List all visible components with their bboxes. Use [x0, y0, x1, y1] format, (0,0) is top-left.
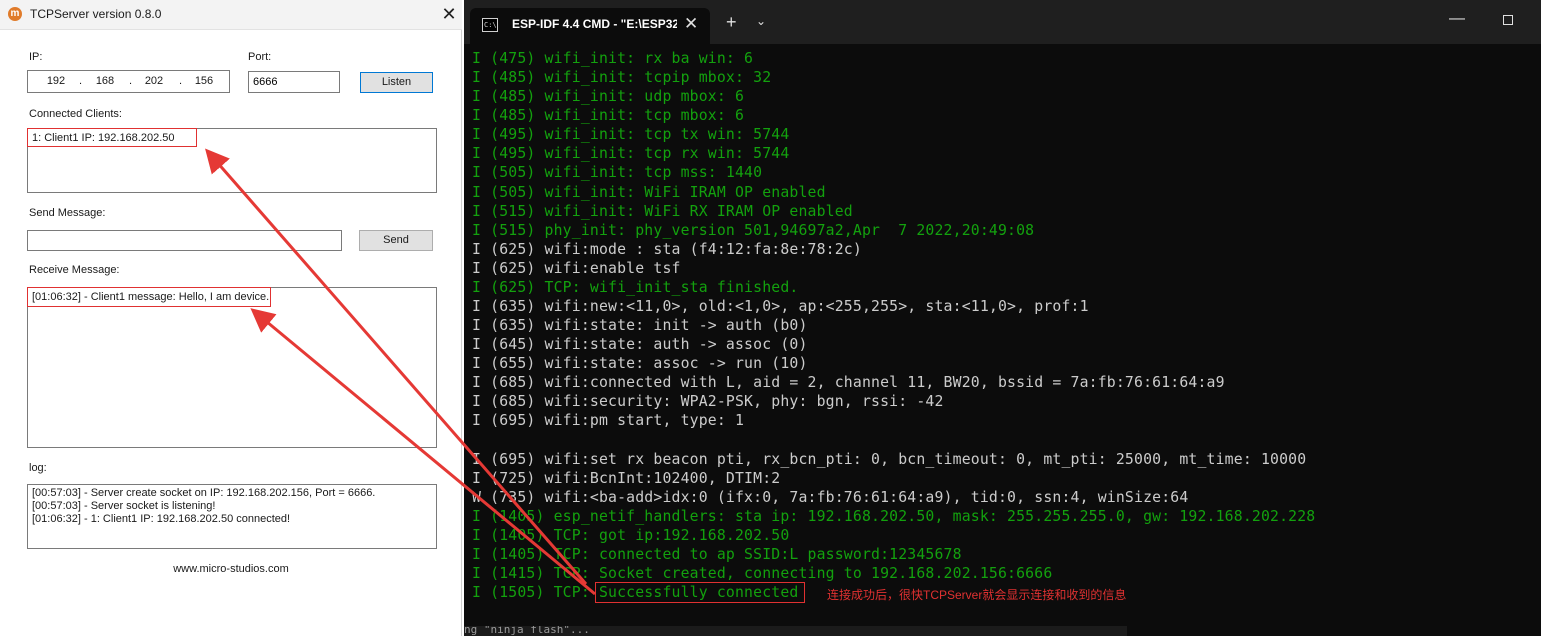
terminal-line: I (685) wifi:connected with L, aid = 2, … — [472, 374, 1225, 392]
ip-dot: . — [79, 75, 83, 87]
highlight-box — [27, 128, 197, 147]
ip-label: IP: — [29, 51, 43, 63]
terminal-line: I (1405) esp_netif_handlers: sta ip: 192… — [472, 507, 1316, 525]
receive-message-area[interactable]: [01:06:32] - Client1 message: Hello, I a… — [27, 287, 437, 448]
log-area[interactable]: [00:57:03] - Server create socket on IP:… — [27, 484, 437, 549]
log-line: [00:57:03] - Server socket is listening! — [32, 500, 216, 512]
terminal-status-strip: ng "ninja flash"... — [464, 626, 1127, 636]
terminal-line: I (515) wifi_init: WiFi RX IRAM OP enabl… — [472, 202, 853, 220]
terminal-line: I (635) wifi:state: init -> auth (b0) — [472, 317, 808, 335]
terminal-line: I (635) wifi:new:<11,0>, old:<1,0>, ap:<… — [472, 298, 1089, 316]
terminal-titlebar[interactable]: C:\ ESP-IDF 4.4 CMD - "E:\ESP32_\ ✕ + ⌄ … — [464, 0, 1541, 44]
tcpserver-titlebar[interactable]: m TCPServer version 0.8.0 ✕ — [0, 0, 462, 30]
chevron-down-icon[interactable]: ⌄ — [756, 14, 766, 28]
terminal-line: I (695) wifi:pm start, type: 1 — [472, 412, 745, 430]
window-title: TCPServer version 0.8.0 — [30, 7, 162, 21]
send-button[interactable]: Send — [359, 230, 433, 251]
terminal-line: I (485) wifi_init: tcpip mbox: 32 — [472, 69, 772, 87]
tab-title: ESP-IDF 4.4 CMD - "E:\ESP32_\ — [512, 17, 677, 31]
ip-dot: . — [129, 75, 133, 87]
listen-button[interactable]: Listen — [360, 72, 433, 93]
tab-close-icon[interactable]: ✕ — [684, 14, 698, 34]
terminal-line: I (625) TCP: wifi_init_sta finished. — [472, 278, 799, 296]
minimize-icon[interactable]: — — [1449, 10, 1465, 28]
port-field[interactable]: 6666 — [248, 71, 340, 93]
ip-dot: . — [179, 75, 183, 87]
ip-octet-4[interactable]: 156 — [189, 75, 219, 87]
terminal-line: I (515) phy_init: phy_version 501,94697a… — [472, 221, 1035, 239]
ip-octet-3[interactable]: 202 — [139, 75, 169, 87]
ip-octet-1[interactable]: 192 — [41, 75, 71, 87]
terminal-line: I (655) wifi:state: assoc -> run (10) — [472, 355, 808, 373]
connected-clients-label: Connected Clients: — [29, 108, 122, 120]
ip-octet-2[interactable]: 168 — [90, 75, 120, 87]
cmd-icon: C:\ — [482, 18, 498, 32]
highlight-box — [595, 582, 805, 603]
log-line: [01:06:32] - 1: Client1 IP: 192.168.202.… — [32, 513, 291, 525]
website-link[interactable]: www.micro-studios.com — [0, 563, 462, 575]
new-tab-icon[interactable]: + — [726, 12, 737, 33]
terminal-line: I (695) wifi:set rx beacon pti, rx_bcn_p… — [472, 450, 1307, 468]
port-value[interactable]: 6666 — [253, 76, 277, 88]
terminal-line: I (495) wifi_init: tcp tx win: 5744 — [472, 126, 790, 144]
terminal-output[interactable]: I (475) wifi_init: rx ba win: 6 I (485) w… — [472, 49, 1532, 602]
ip-address-field[interactable]: 192 . 168 . 202 . 156 — [27, 70, 230, 93]
terminal-line: I (485) wifi_init: udp mbox: 6 — [472, 88, 745, 106]
terminal-line: I (485) wifi_init: tcp mbox: 6 — [472, 107, 745, 125]
terminal-line: I (1415) TCP: Socket created, connecting… — [472, 565, 1053, 583]
log-line: [00:57:03] - Server create socket on IP:… — [32, 487, 376, 499]
terminal-line: I (725) wifi:BcnInt:102400, DTIM:2 — [472, 469, 781, 487]
close-icon[interactable]: ✕ — [440, 4, 458, 24]
app-logo-icon: m — [8, 7, 22, 21]
tcpserver-window: m TCPServer version 0.8.0 ✕ IP: Port: 19… — [0, 0, 462, 636]
terminal-line: I (495) wifi_init: tcp rx win: 5744 — [472, 145, 790, 163]
bottom-text: ng "ninja flash"... — [464, 626, 590, 636]
log-label: log: — [29, 462, 47, 474]
terminal-line: I (685) wifi:security: WPA2-PSK, phy: bg… — [472, 393, 944, 411]
highlight-box — [27, 287, 271, 307]
send-message-label: Send Message: — [29, 207, 106, 219]
terminal-line: I (625) wifi:mode : sta (f4:12:fa:8e:78:… — [472, 240, 862, 258]
terminal-line: I (505) wifi_init: WiFi IRAM OP enabled — [472, 183, 826, 201]
send-message-input[interactable] — [27, 230, 342, 251]
terminal-line: I (475) wifi_init: rx ba win: 6 — [472, 50, 754, 67]
maximize-icon[interactable] — [1503, 15, 1513, 25]
terminal-line: W (735) wifi:<ba-add>idx:0 (ifx:0, 7a:fb… — [472, 488, 1189, 506]
terminal-line: I (1405) TCP: got ip:192.168.202.50 — [472, 526, 790, 544]
port-label: Port: — [248, 51, 272, 63]
terminal-line: I (1405) TCP: connected to ap SSID:L pas… — [472, 546, 962, 564]
terminal-line: I (505) wifi_init: tcp mss: 1440 — [472, 164, 763, 182]
terminal-tab[interactable]: C:\ ESP-IDF 4.4 CMD - "E:\ESP32_\ ✕ — [470, 8, 710, 44]
receive-message-label: Receive Message: — [29, 264, 120, 276]
terminal-line: I (625) wifi:enable tsf — [472, 259, 681, 277]
terminal-window: C:\ ESP-IDF 4.4 CMD - "E:\ESP32_\ ✕ + ⌄ … — [464, 0, 1541, 636]
annotation-text: 连接成功后，很快TCPServer就会显示连接和收到的信息 — [827, 588, 1127, 602]
terminal-line: I (645) wifi:state: auth -> assoc (0) — [472, 336, 808, 354]
